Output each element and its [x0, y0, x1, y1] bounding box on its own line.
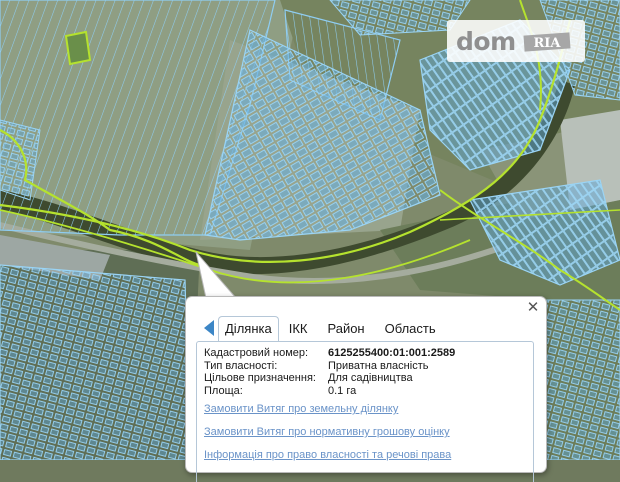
property-label: Цільове призначення: — [204, 372, 316, 384]
ownership-info-link[interactable]: Інформація про право власності та речові… — [204, 449, 451, 461]
property-row: Кадастровий номер: 6125255400:01:001:258… — [204, 347, 455, 360]
parcel-details: Кадастровий номер: 6125255400:01:001:258… — [196, 341, 534, 482]
parcel-properties: Кадастровий номер: 6125255400:01:001:258… — [204, 347, 455, 397]
property-label: Тип власності: — [204, 359, 278, 372]
popup-links: Замовити Витяг про земельну ділянку Замо… — [204, 403, 451, 472]
close-icon[interactable]: ✕ — [526, 300, 540, 315]
order-parcel-extract-link[interactable]: Замовити Витяг про земельну ділянку — [204, 403, 451, 415]
svg-text:RIA: RIA — [533, 36, 561, 51]
watermark: dom RIA — [447, 20, 585, 62]
property-label: Кадастровий номер: — [204, 347, 309, 359]
tab-parcel[interactable]: Ділянка — [218, 316, 279, 342]
tab-district[interactable]: Район — [317, 317, 374, 341]
property-row: Тип власності: Приватна власність — [204, 360, 455, 373]
ria-badge-icon: RIA — [523, 32, 571, 52]
parcel-area: 0.1 га — [328, 384, 357, 397]
chevron-left-icon[interactable] — [204, 320, 214, 336]
cadastral-number: 6125255400:01:001:2589 — [328, 347, 456, 359]
property-row: Площа: 0.1 га — [204, 385, 455, 398]
property-row: Цільове призначення: Для садівництва — [204, 372, 455, 385]
tab-ikk[interactable]: ІКК — [279, 317, 318, 341]
parcel-info-popup: ✕ Ділянка ІКК Район Область Кадастровий … — [185, 296, 547, 482]
tab-region[interactable]: Область — [375, 317, 446, 341]
ownership-type: Приватна власність — [328, 359, 429, 372]
popup-tabs: Ділянка ІКК Район Область — [204, 315, 534, 342]
property-label: Площа: — [204, 384, 243, 397]
watermark-brand-text: dom — [456, 26, 516, 56]
order-valuation-extract-link[interactable]: Замовити Витяг про нормативну грошову оц… — [204, 426, 451, 438]
land-purpose: Для садівництва — [328, 372, 413, 384]
